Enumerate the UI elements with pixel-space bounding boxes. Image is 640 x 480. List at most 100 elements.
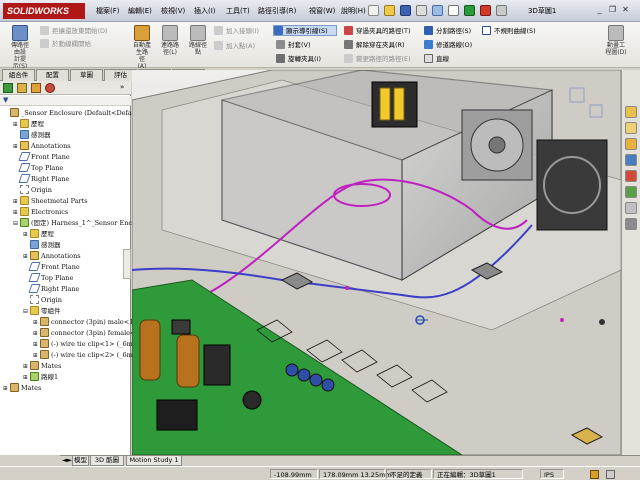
tree-node[interactable]: Right Plane [0, 174, 131, 185]
release-clip-button[interactable]: 解除穿在夾具(R) [344, 40, 405, 51]
filter-icon[interactable]: ▼ [3, 96, 8, 104]
spline-button[interactable]: 不規則曲線(S) [482, 26, 536, 37]
tree-expander-icon[interactable]: ⊞ [13, 196, 20, 207]
repair-route-button[interactable]: 修道路線(O) [424, 40, 472, 51]
configuration-manager-icon[interactable] [31, 83, 41, 93]
collapse-panel-handle[interactable] [123, 249, 131, 279]
tree-node[interactable]: ⊞ Electronics [0, 207, 131, 218]
tree-node[interactable]: ⊟ (固定) Harness_1^_Sensor Enclosu [0, 218, 146, 229]
menu-routing[interactable]: 路徑引導(R) [258, 6, 296, 16]
custom-properties-icon[interactable] [625, 218, 637, 230]
tree-node[interactable]: Origin [0, 295, 131, 306]
menu-insert[interactable]: 插入(I) [194, 6, 216, 16]
show-guide-lines-button[interactable]: 顯示導引線(S) [273, 25, 337, 36]
command-tab-1[interactable]: 配置 [36, 69, 69, 81]
tree-expander-icon[interactable]: ⊞ [3, 383, 10, 394]
tree-node[interactable]: ⊞ connector (3pin) male<1> [0, 317, 139, 328]
tree-node[interactable]: 感測器 [0, 240, 131, 251]
tree-expander-icon[interactable]: ⊟ [23, 306, 30, 317]
save-icon[interactable] [400, 5, 411, 16]
new-document-icon[interactable] [368, 5, 379, 16]
tree-node[interactable]: 感測器 [0, 130, 131, 141]
bottom-tab-2[interactable]: Motion Study 1 [126, 456, 182, 466]
cover-button[interactable]: 封套(V) [276, 40, 311, 51]
tree-node[interactable]: ⊞ Mates [0, 383, 131, 394]
route-drawing-button[interactable]: 動畫工 程圖(D) [598, 24, 634, 66]
tree-node[interactable]: Front Plane [0, 262, 131, 273]
file-explorer-icon[interactable] [625, 154, 637, 166]
tree-expander-icon[interactable]: ⊞ [23, 251, 30, 262]
print-icon[interactable] [416, 5, 427, 16]
bottom-tab-0[interactable]: 模型 [72, 456, 89, 466]
tree-node[interactable]: Origin [0, 185, 131, 196]
tree-expander-icon[interactable]: ⊞ [13, 119, 20, 130]
rebuild-icon[interactable] [464, 5, 475, 16]
tree-node[interactable]: Right Plane [0, 284, 131, 295]
start-route-button[interactable]: 傳路徑 由設 計提 示(S) [2, 24, 38, 70]
settings-gear-icon[interactable] [496, 5, 507, 16]
undo-icon[interactable] [432, 5, 443, 16]
tree-expander-icon[interactable]: ⊞ [23, 361, 30, 372]
3d-model-view[interactable] [132, 70, 621, 455]
route-point-2[interactable] [560, 318, 564, 322]
edit-route-button[interactable]: 拒攘還放東開始(D) [40, 26, 108, 37]
menu-file[interactable]: 檔案(F) [96, 6, 120, 16]
tree-node[interactable]: ⊞ Annotations [0, 141, 131, 152]
menu-window[interactable]: 視窗(W) [309, 6, 335, 16]
menu-help[interactable]: 說明(H) [341, 6, 366, 16]
minimize-icon[interactable]: _ [594, 4, 605, 16]
bottom-tab-1[interactable]: 3D 酷圖 [90, 456, 124, 466]
tab-scroll-arrows[interactable]: ◄► [62, 456, 72, 464]
open-folder-icon[interactable] [384, 5, 395, 16]
options-icon[interactable] [480, 5, 491, 16]
route-point-1[interactable] [345, 286, 349, 290]
property-manager-icon[interactable] [17, 83, 27, 93]
home-icon[interactable] [625, 106, 637, 118]
tree-expander-icon[interactable]: ⊞ [33, 328, 40, 339]
command-tab-0[interactable]: 組合件 [2, 69, 35, 81]
split-route-button[interactable]: 分割路徑(S) [424, 26, 471, 37]
resources-icon[interactable] [625, 122, 637, 134]
tree-node[interactable]: ⊞ (-) wire tie clip<2> (_6mm [0, 350, 139, 361]
tree-expander-icon[interactable]: ⊞ [33, 350, 40, 361]
tree-node[interactable]: ⊞ connector (3pin) female<1 [0, 328, 140, 339]
straight-line-button[interactable]: 直線 [424, 54, 449, 65]
menu-tools[interactable]: 工具(T) [226, 6, 250, 16]
tree-node[interactable]: Top Plane [0, 163, 131, 174]
menu-view[interactable]: 檢視(V) [161, 6, 185, 16]
tree-expander-icon[interactable]: ⊞ [23, 372, 30, 383]
disable-start-routing-button[interactable]: 於動線欄開始 [40, 39, 91, 50]
help-icon[interactable] [606, 470, 615, 479]
route-sketch-button[interactable]: 路線徑 點 [180, 24, 216, 66]
tree-node[interactable]: Top Plane [0, 273, 131, 284]
tree-expander-icon[interactable]: ⊞ [33, 339, 40, 350]
tree-expander-icon[interactable]: ⊞ [13, 141, 20, 152]
tree-node[interactable]: ⊞ Mates [0, 361, 131, 372]
menu-edit[interactable]: 編輯(E) [128, 6, 152, 16]
status-units[interactable]: IPS [540, 469, 564, 479]
status-icon[interactable] [590, 470, 599, 479]
tree-node[interactable]: ⊞ (-) wire tie clip<1> (_6mm [0, 339, 139, 350]
tree-node[interactable]: ⊞ Sheetmetal Parts [0, 196, 131, 207]
chevron-right-icon[interactable]: » [120, 83, 124, 91]
add-point-button[interactable]: 加入點(A) [214, 41, 255, 52]
tree-expander-icon[interactable]: ⊞ [13, 207, 20, 218]
tree-expander-icon[interactable]: ⊞ [23, 229, 30, 240]
tree-node[interactable]: ⊞ Annotations [0, 251, 131, 262]
close-icon[interactable]: ✕ [620, 4, 631, 16]
tree-filter-row[interactable]: ▼ [0, 96, 131, 106]
restore-icon[interactable]: ❐ [607, 4, 618, 16]
select-arrow-icon[interactable] [448, 5, 459, 16]
rotate-clip-button[interactable]: 旋轉夾具(I) [276, 54, 321, 65]
design-library-icon[interactable] [625, 138, 637, 150]
feature-manager-icon[interactable] [3, 83, 13, 93]
graphics-area[interactable] [132, 70, 621, 455]
tree-node[interactable]: ⊞ 路線1 [0, 372, 131, 383]
route-through-clip-button[interactable]: 穿過夾具的路徑(T) [344, 26, 411, 37]
tree-node[interactable]: ⊟ 零組件 [0, 306, 131, 317]
tree-node[interactable]: ⊞ 歷程 [0, 229, 131, 240]
appearances-icon[interactable] [625, 202, 637, 214]
display-manager-icon[interactable] [45, 83, 55, 93]
change-route-button[interactable]: 變更路徑的路徑(E) [344, 54, 411, 65]
view-palette-icon[interactable] [625, 186, 637, 198]
